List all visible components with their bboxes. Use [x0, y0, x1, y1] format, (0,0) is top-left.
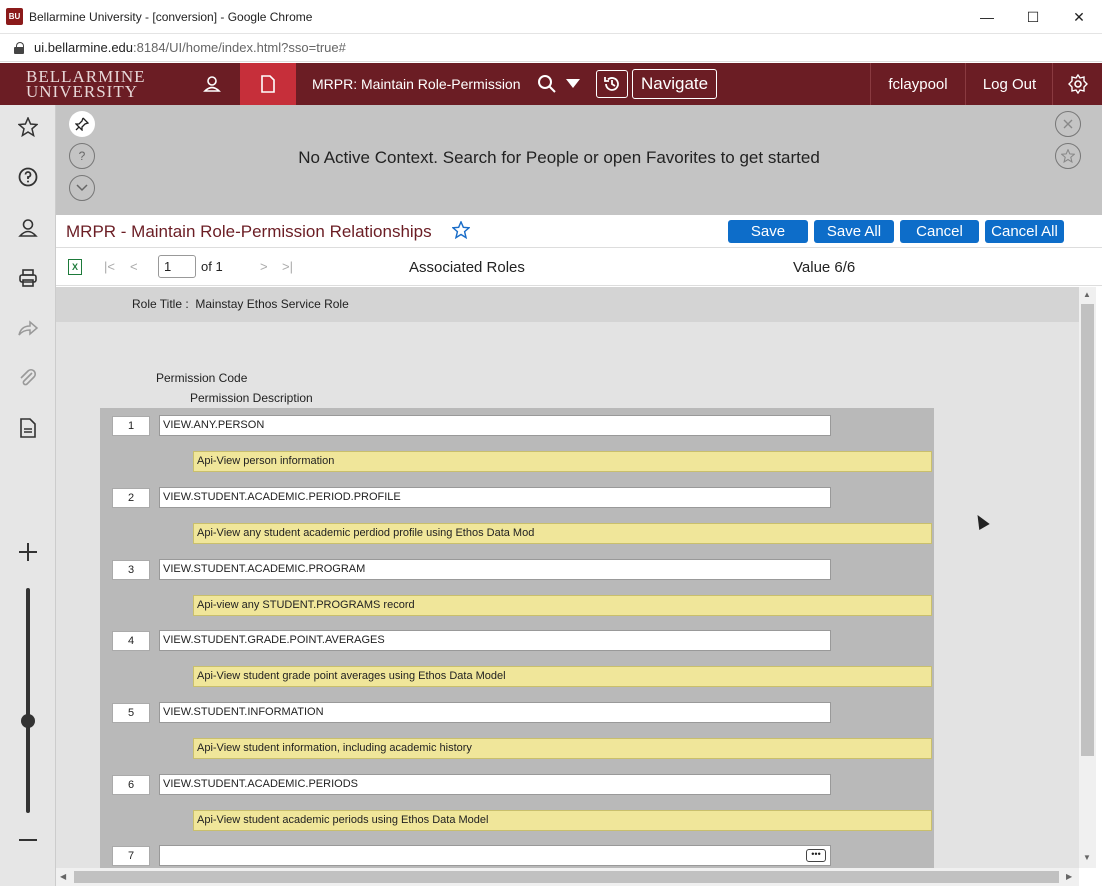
chevron-down-icon[interactable] [560, 79, 586, 89]
permission-description: Api-view any STUDENT.PROGRAMS record [193, 595, 932, 616]
star-icon[interactable] [0, 107, 56, 147]
app-header: BELLARMINE UNIVERSITY MRPR: Maintain Rol… [0, 63, 1102, 105]
permission-description: Api-View student information, including … [193, 738, 932, 759]
close-icon [1055, 111, 1081, 137]
save-all-button[interactable]: Save All [814, 220, 894, 243]
horizontal-scroll-thumb[interactable] [74, 871, 1059, 883]
permission-grid: 1 VIEW.ANY.PERSON Api-View person inform… [100, 408, 934, 868]
form-search-title[interactable]: MRPR: Maintain Role-Permission [312, 76, 534, 92]
person-icon[interactable] [184, 63, 240, 105]
permission-description: Api-View any student academic perdiod pr… [193, 523, 932, 544]
row-number: 7 [112, 846, 150, 866]
last-page-icon[interactable]: >| [282, 259, 293, 274]
column-header-code: Permission Code [156, 371, 248, 385]
scroll-left-icon[interactable]: ◀ [60, 872, 66, 881]
vertical-scrollbar[interactable]: ▲ ▼ [1079, 287, 1096, 868]
excel-export-icon[interactable]: X [68, 259, 82, 275]
permission-code-field[interactable]: VIEW.ANY.PERSON [159, 415, 831, 436]
maximize-button[interactable]: ☐ [1010, 0, 1056, 34]
zoom-slider-handle[interactable] [21, 714, 35, 728]
permission-code-field[interactable]: VIEW.STUDENT.ACADEMIC.PERIODS [159, 774, 831, 795]
cancel-button[interactable]: Cancel [900, 220, 979, 243]
navigate-button[interactable]: Navigate [632, 69, 718, 99]
scroll-up-icon[interactable]: ▲ [1083, 290, 1091, 299]
lock-icon [14, 41, 24, 54]
horizontal-scrollbar[interactable]: ◀ ▶ [56, 868, 1079, 886]
help-icon[interactable] [0, 157, 56, 197]
row-number: 3 [112, 560, 150, 580]
scroll-right-icon[interactable]: ▶ [1066, 872, 1072, 881]
row-number: 2 [112, 488, 150, 508]
chevron-down-icon[interactable] [69, 175, 95, 201]
url-text[interactable]: ui.bellarmine.edu:8184/UI/home/index.htm… [34, 40, 346, 55]
window-titlebar: BU Bellarmine University - [conversion] … [0, 0, 1102, 34]
role-title-field: Role Title : Mainstay Ethos Service Role [132, 297, 349, 311]
form-header: MRPR - Maintain Role-Permission Relation… [56, 215, 1102, 248]
permission-code-field[interactable]: ••• [159, 845, 831, 866]
first-page-icon[interactable]: |< [104, 259, 115, 274]
permission-description: Api-View student academic periods using … [193, 810, 932, 831]
context-panel: ? No Active Context. Search for People o… [56, 105, 1102, 215]
share-icon [0, 308, 56, 348]
row-number: 1 [112, 416, 150, 436]
url-path: :8184/UI/home/index.html?sso=true# [133, 40, 346, 55]
minimize-button[interactable]: — [964, 0, 1010, 34]
permission-description: Api-View person information [193, 451, 932, 472]
record-toolbar: X |< < 1 of 1 > >| Associated Roles Valu… [56, 249, 1102, 286]
row-number: 6 [112, 775, 150, 795]
favorite-star-icon[interactable] [451, 220, 471, 244]
context-message: No Active Context. Search for People or … [298, 148, 820, 167]
permission-code-field[interactable]: VIEW.STUDENT.ACADEMIC.PROGRAM [159, 559, 831, 580]
gear-icon[interactable] [1054, 63, 1102, 105]
zoom-slider[interactable] [26, 588, 30, 813]
form-title: MRPR - Maintain Role-Permission Relation… [66, 222, 432, 241]
university-logo[interactable]: BELLARMINE UNIVERSITY [0, 68, 156, 101]
attachment-icon [0, 358, 56, 398]
permission-code-field[interactable]: VIEW.STUDENT.GRADE.POINT.AVERAGES [159, 630, 831, 651]
document-icon[interactable] [240, 63, 296, 105]
zoom-out-icon[interactable] [0, 820, 56, 860]
left-sidebar [0, 105, 56, 886]
logout-button[interactable]: Log Out [967, 63, 1053, 105]
permission-description: Api-View student grade point averages us… [193, 666, 932, 687]
permission-code-field[interactable]: VIEW.STUDENT.ACADEMIC.PERIOD.PROFILE [159, 487, 831, 508]
pin-icon[interactable] [69, 111, 95, 137]
role-title-value: Mainstay Ethos Service Role [195, 297, 349, 311]
previous-page-icon[interactable]: < [130, 259, 138, 274]
print-icon[interactable] [0, 258, 56, 298]
section-label: Associated Roles [409, 259, 525, 276]
save-button[interactable]: Save [728, 220, 808, 243]
address-bar[interactable]: ui.bellarmine.edu:8184/UI/home/index.htm… [0, 34, 1102, 62]
report-icon[interactable] [0, 408, 56, 448]
zoom-in-icon[interactable] [0, 532, 56, 572]
role-title-label: Role Title : [132, 297, 189, 311]
star-icon [1055, 143, 1081, 169]
user-menu[interactable]: fclaypool [870, 63, 966, 105]
row-number: 5 [112, 703, 150, 723]
close-button[interactable]: ✕ [1056, 0, 1102, 34]
window-title: Bellarmine University - [conversion] - G… [29, 9, 313, 24]
scroll-down-icon[interactable]: ▼ [1083, 853, 1091, 862]
vertical-scroll-thumb[interactable] [1081, 304, 1094, 756]
cancel-all-button[interactable]: Cancel All [985, 220, 1064, 243]
page-count: of 1 [201, 259, 223, 274]
next-page-icon[interactable]: > [260, 259, 268, 274]
page-number-input[interactable]: 1 [158, 255, 196, 278]
column-header-description: Permission Description [190, 391, 313, 405]
value-count: Value 6/6 [793, 259, 856, 276]
app-logo-icon: BU [6, 8, 23, 25]
url-host: ui.bellarmine.edu [34, 40, 134, 55]
logo-line2: UNIVERSITY [26, 82, 138, 101]
row-number: 4 [112, 631, 150, 651]
more-options-icon[interactable]: ••• [806, 849, 826, 862]
form-body: Role Title : Mainstay Ethos Service Role… [56, 287, 1079, 868]
search-icon[interactable] [534, 74, 560, 94]
history-icon[interactable] [596, 70, 628, 98]
role-title-band: Role Title : Mainstay Ethos Service Role [56, 287, 1079, 322]
person-icon[interactable] [0, 208, 56, 248]
permission-code-field[interactable]: VIEW.STUDENT.INFORMATION [159, 702, 831, 723]
